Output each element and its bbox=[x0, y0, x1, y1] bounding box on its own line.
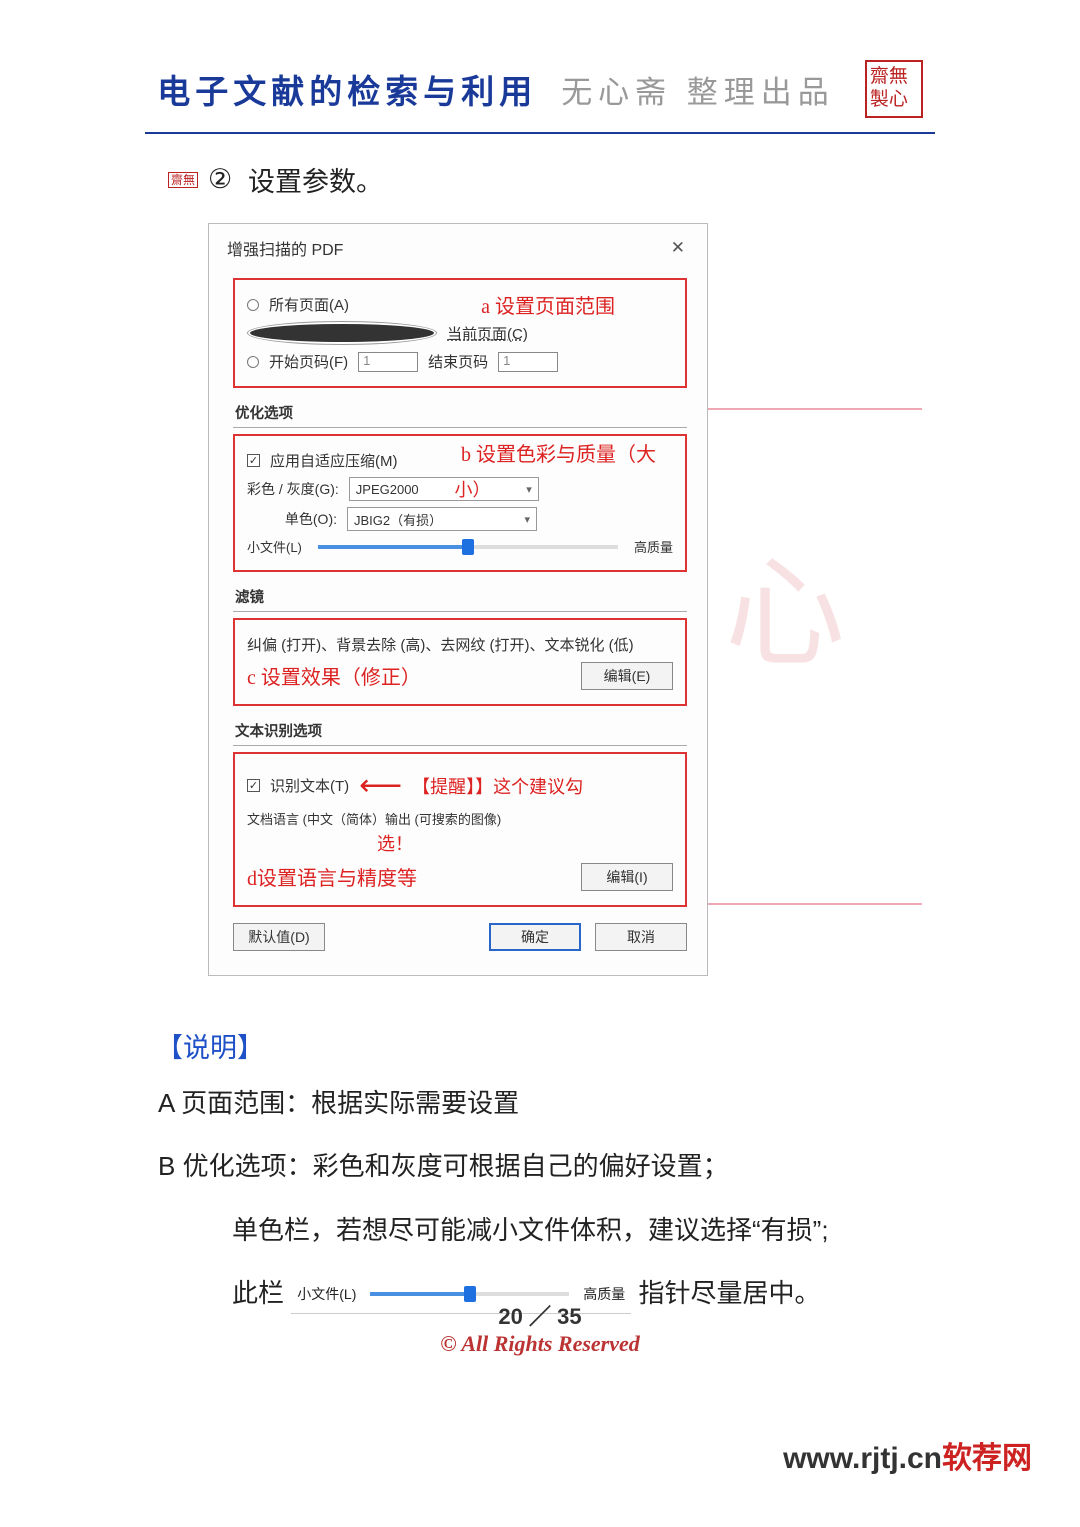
mono-select-value: JBIG2（有损） bbox=[354, 510, 442, 529]
ocr-lang: 文档语言 (中文（简体）输出 (可搜索的图像) bbox=[247, 809, 501, 828]
chevron-down-icon: ▾ bbox=[526, 483, 532, 496]
all-pages-label: 所有页面(A) bbox=[269, 294, 349, 315]
notes-heading: 【说明】 bbox=[156, 1026, 922, 1065]
note-a: A 页面范围：根据实际需要设置 bbox=[158, 1079, 922, 1128]
arrow-left-icon: ⟵ bbox=[359, 768, 402, 803]
enhance-scan-dialog: 增强扫描的 PDF ✕ a 设置页面范围 所有页面(A) 当前页面(C) bbox=[208, 223, 708, 976]
color-select[interactable]: JPEG2000 小） ▾ bbox=[349, 477, 539, 501]
seal-stamp-icon: 齋無製心 bbox=[865, 60, 923, 118]
to-page-input[interactable]: 1 bbox=[498, 352, 558, 372]
step-text: 设置参数。 bbox=[248, 160, 383, 199]
defaults-button[interactable]: 默认值(D) bbox=[233, 923, 325, 951]
cancel-button[interactable]: 取消 bbox=[595, 923, 687, 951]
annot-c: c 设置效果（修正） bbox=[247, 661, 421, 690]
mono-select[interactable]: JBIG2（有损） ▾ bbox=[347, 507, 537, 531]
radio-all-pages[interactable] bbox=[247, 299, 259, 311]
filter-heading: 滤镜 bbox=[233, 582, 687, 612]
range-box: a 设置页面范围 所有页面(A) 当前页面(C) 开始页码(F) 1 bbox=[233, 278, 687, 388]
site-brand: www.rjtj.cn软荐网 bbox=[783, 1433, 1032, 1477]
filter-box: 纠偏 (打开)、背景去除 (高)、去网纹 (打开)、文本锐化 (低) c 设置效… bbox=[233, 618, 687, 706]
optimize-box: b 设置色彩与质量（大 应用自适应压缩(M) 彩色 / 灰度(G): JPEG2… bbox=[233, 434, 687, 572]
step-number: ② bbox=[208, 164, 238, 195]
ok-button[interactable]: 确定 bbox=[489, 923, 581, 951]
from-page-label: 开始页码(F) bbox=[269, 351, 348, 372]
page-footer: 20 ／ 35 © All Rights Reserved bbox=[0, 1299, 1080, 1357]
page-header: 电子文献的检索与利用 无心斋 整理出品 齋無製心 bbox=[0, 60, 1080, 118]
page-number: 20 ／ 35 bbox=[0, 1299, 1080, 1331]
radio-from-page[interactable] bbox=[247, 356, 259, 368]
chevron-down-icon: ▾ bbox=[524, 513, 530, 526]
annot-a: a 设置页面范围 bbox=[481, 290, 615, 319]
doc-title: 电子文献的检索与利用 bbox=[157, 65, 537, 113]
inline-quality-slider[interactable] bbox=[370, 1292, 569, 1296]
header-rule bbox=[145, 132, 935, 134]
filter-desc: 纠偏 (打开)、背景去除 (高)、去网纹 (打开)、文本锐化 (低) bbox=[247, 634, 634, 655]
annot-b2: 小） bbox=[454, 476, 490, 502]
small-file-label: 小文件(L) bbox=[247, 537, 302, 556]
color-select-value: JPEG2000 bbox=[356, 482, 419, 497]
dialog-screenshot: 齋無製心 增强扫描的 PDF ✕ a 设置页面范围 所有页面(A) bbox=[208, 223, 922, 1006]
brand-url: www.rjtj.cn bbox=[783, 1442, 942, 1475]
close-icon[interactable]: ✕ bbox=[663, 236, 693, 260]
mini-stamp-icon: 齋無 bbox=[168, 172, 198, 188]
ocr-heading: 文本识别选项 bbox=[233, 716, 687, 746]
ocr-label: 识别文本(T) bbox=[270, 775, 349, 796]
annot-b: b 设置色彩与质量（大 bbox=[461, 438, 691, 467]
optimize-heading: 优化选项 bbox=[233, 398, 687, 428]
adaptive-label: 应用自适应压缩(M) bbox=[270, 450, 398, 471]
doc-subtitle: 无心斋 整理出品 bbox=[561, 67, 835, 112]
high-quality-label: 高质量 bbox=[634, 537, 673, 556]
filter-edit-button[interactable]: 编辑(E) bbox=[581, 662, 673, 690]
ocr-box: 识别文本(T) ⟵ 【提醒】】这个建议勾 文档语言 (中文（简体）输出 (可搜索… bbox=[233, 752, 687, 907]
ocr-checkbox[interactable] bbox=[247, 779, 260, 792]
brand-name: 软荐网 bbox=[942, 1442, 1032, 1475]
dialog-title: 增强扫描的 PDF bbox=[227, 236, 343, 260]
note-b2: 单色栏，若想尽可能减小文件体积，建议选择“有损”; bbox=[158, 1206, 922, 1255]
note-b: B 优化选项：彩色和灰度可根据自己的偏好设置； bbox=[158, 1142, 922, 1191]
step-heading: 齋無 ② 设置参数。 bbox=[168, 160, 922, 199]
color-label: 彩色 / 灰度(G): bbox=[247, 479, 339, 499]
ocr-tip: 【提醒】】这个建议勾 bbox=[412, 773, 583, 799]
adaptive-checkbox[interactable] bbox=[247, 454, 260, 467]
radio-current-page[interactable] bbox=[247, 321, 437, 345]
copyright: © All Rights Reserved bbox=[0, 1331, 1080, 1357]
annot-d: d设置语言与精度等 bbox=[247, 862, 417, 891]
from-page-input[interactable]: 1 bbox=[358, 352, 418, 372]
current-page-label: 当前页面(C) bbox=[447, 323, 528, 344]
ocr-edit-button[interactable]: 编辑(I) bbox=[581, 863, 673, 891]
quality-slider[interactable] bbox=[318, 545, 618, 549]
mono-label: 单色(O): bbox=[247, 509, 337, 529]
to-page-label: 结束页码 bbox=[428, 351, 488, 372]
slider-thumb-icon[interactable] bbox=[462, 539, 474, 555]
ocr-tip2: 选！ bbox=[377, 830, 413, 856]
